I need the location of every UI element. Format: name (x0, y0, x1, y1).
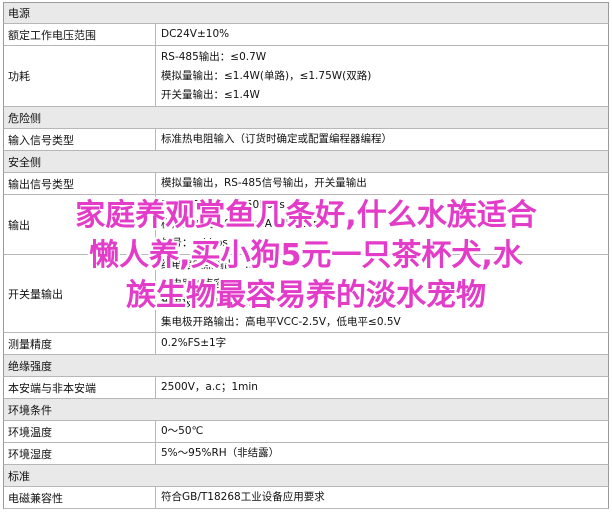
row-value: DC24V±10% (156, 24, 608, 45)
table-row: 额定工作电压范围 DC24V±10% (3, 24, 609, 46)
value-line: DC24V±10% (161, 28, 230, 40)
value-line: 5%～95%RH（非结露） (161, 447, 280, 459)
section-row: 安全侧 (3, 151, 609, 173)
value-line: 0～50℃ (161, 425, 204, 437)
row-value: 5%～95%RH（非结露） (156, 443, 608, 464)
table-row: 输出 RS-485信号：≤250Kbps 模拟量输出：0～20mA，4～20mA… (3, 195, 609, 255)
row-label: 额定工作电压范围 (4, 24, 156, 45)
row-value: RS-485输出：≤0.7W 模拟量输出：≤1.4W(单路)，≤1.75W(双路… (156, 46, 608, 106)
row-label: 本安端与非本安端 (4, 377, 156, 398)
row-label: 电磁兼容性 (4, 487, 156, 508)
row-value: 模拟量输出，RS-485信号输出，开关量输出 (156, 173, 608, 194)
table-row: 输出信号类型 模拟量输出，RS-485信号输出，开关量输出 (3, 173, 609, 195)
value-line: RS-485信号：≤250Kbps (161, 199, 285, 211)
value-line: RS-485输出：≤0.7W (161, 50, 267, 63)
table-row: 环境温度 0～50℃ (3, 421, 609, 443)
table-row: 开关量输出 继电器触点输出：… 继电器触点容量：… 集电极开路输出：… 集电极开… (3, 255, 609, 333)
value-line: 0.2%FS±1字 (161, 337, 227, 349)
table-row: 功耗 RS-485输出：≤0.7W 模拟量输出：≤1.4W(单路)，≤1.75W… (3, 46, 609, 107)
row-value: 标准热电阻输入（订货时确定或配置编程器编程） (156, 129, 608, 150)
value-line: 符合GB/T18268工业设备应用要求 (161, 491, 325, 503)
row-label: 输出信号类型 (4, 173, 156, 194)
section-title: 危险侧 (8, 111, 41, 125)
value-line: 模拟量输出：0～20mA，4～20mA (161, 218, 331, 230)
section-title: 绝缘强度 (8, 359, 52, 373)
section-row: 绝缘强度 (3, 355, 609, 377)
value-line: 开关量输出：≤1.4W (161, 88, 260, 101)
table-row: 环境湿度 5%～95%RH（非结露） (3, 443, 609, 465)
value-line: 信号：…kbps (161, 237, 228, 249)
value-line: 集电极开路输出：高电平VCC-2.5V，低电平≤0.5V (161, 315, 401, 328)
section-title: 环境条件 (8, 403, 52, 417)
row-value: 0～50℃ (156, 421, 608, 442)
value-line: 标准热电阻输入（订货时确定或配置编程器编程） (161, 133, 392, 145)
row-label: 环境湿度 (4, 443, 156, 464)
table-row: 测量精度 0.2%FS±1字 (3, 333, 609, 355)
row-label: 测量精度 (4, 333, 156, 354)
row-value: 继电器触点输出：… 继电器触点容量：… 集电极开路输出：… 集电极开路输出：高电… (156, 255, 608, 332)
table-row: 本安端与非本安端 2500V，a.c；1min (3, 377, 609, 399)
row-label: 开关量输出 (4, 255, 156, 332)
section-row: 环境条件 (3, 399, 609, 421)
value-line: 继电器触点输出：… (161, 258, 256, 271)
section-row: 危险侧 (3, 107, 609, 129)
row-value: RS-485信号：≤250Kbps 模拟量输出：0～20mA，4～20mA 信号… (156, 195, 608, 254)
row-label: 输出 (4, 195, 156, 254)
value-line: 模拟量输出，RS-485信号输出，开关量输出 (161, 177, 367, 189)
row-label: 输入信号类型 (4, 129, 156, 150)
section-row: 电源 (3, 2, 609, 24)
section-title: 电源 (8, 7, 30, 20)
row-label: 功耗 (4, 46, 156, 106)
table-row: 电磁兼容性 符合GB/T18268工业设备应用要求 (3, 487, 609, 509)
table-row: 输入信号类型 标准热电阻输入（订货时确定或配置编程器编程） (3, 129, 609, 151)
value-line: 继电器触点容量：… (161, 277, 256, 290)
row-value: 符合GB/T18268工业设备应用要求 (156, 487, 608, 508)
row-value: 0.2%FS±1字 (156, 333, 608, 354)
section-title: 安全侧 (8, 155, 41, 169)
value-line: 2500V，a.c；1min (161, 381, 258, 393)
value-line: 集电极开路输出：… (161, 296, 256, 309)
spec-table: 电源 额定工作电压范围 DC24V±10% 功耗 RS-485输出：≤0.7W … (3, 2, 609, 509)
row-label: 环境温度 (4, 421, 156, 442)
value-line: 模拟量输出：≤1.4W(单路)，≤1.75W(双路) (161, 69, 372, 82)
section-title: 标准 (8, 469, 30, 483)
section-row: 标准 (3, 465, 609, 487)
row-value: 2500V，a.c；1min (156, 377, 608, 398)
